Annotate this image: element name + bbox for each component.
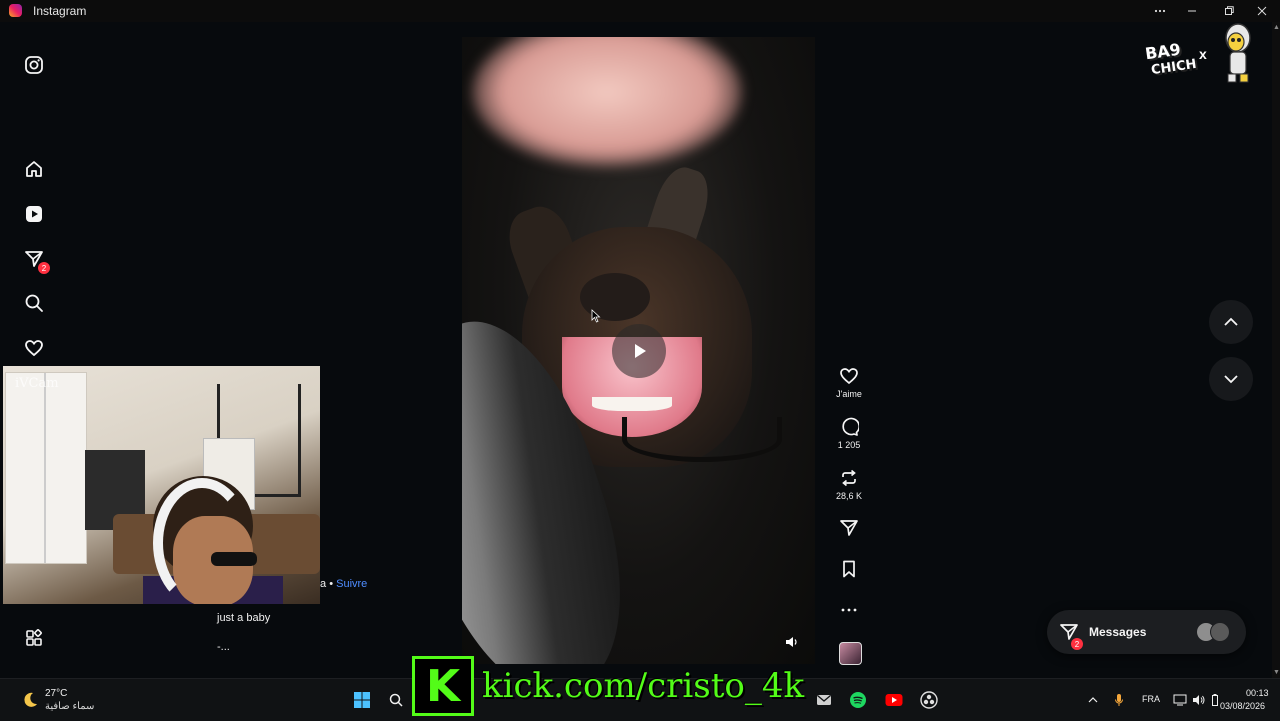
instagram-logo-icon[interactable] xyxy=(22,53,46,77)
webcam-label: iVCam xyxy=(15,376,59,391)
window-title: Instagram xyxy=(33,4,87,18)
save-action[interactable] xyxy=(826,557,872,581)
messages-button[interactable]: 2 Messages xyxy=(1047,610,1246,654)
comment-action[interactable]: 1 205 xyxy=(826,415,872,450)
scroll-up-icon[interactable]: ▲ xyxy=(1273,24,1280,31)
post-username[interactable]: a xyxy=(320,578,326,590)
heart-icon[interactable] xyxy=(826,364,872,388)
comment-icon[interactable] xyxy=(826,415,872,439)
chevron-down-icon xyxy=(1224,375,1238,384)
more-actions[interactable] xyxy=(826,598,872,622)
kick-logo-icon: K xyxy=(412,656,474,716)
send-icon[interactable] xyxy=(826,516,872,540)
play-icon xyxy=(635,344,646,358)
avatar xyxy=(1210,622,1230,642)
battery-icon[interactable] xyxy=(1210,679,1220,721)
more-horizontal-icon[interactable] xyxy=(826,598,872,622)
post-caption: just a baby xyxy=(217,612,271,624)
home-icon[interactable] xyxy=(22,157,46,181)
post-caption-more[interactable]: -... xyxy=(217,641,230,653)
direct-messages-icon[interactable]: 2 xyxy=(22,247,50,274)
scroll-down-icon[interactable]: ▼ xyxy=(1273,669,1280,676)
language-indicator[interactable]: FRA xyxy=(1142,694,1160,704)
reel-dog-collar xyxy=(622,417,782,462)
more-menu-icon[interactable] xyxy=(22,626,46,650)
like-action[interactable]: J'aime xyxy=(826,364,872,399)
more-options-icon[interactable] xyxy=(1142,0,1178,22)
volume-icon[interactable] xyxy=(1190,679,1208,721)
youtube-icon[interactable] xyxy=(882,679,906,721)
weather-description[interactable]: سماء صافية xyxy=(45,701,94,712)
reels-icon[interactable] xyxy=(22,202,46,226)
play-button[interactable] xyxy=(612,324,666,378)
messages-label: Messages xyxy=(1089,625,1147,639)
comment-count: 1 205 xyxy=(837,440,861,450)
direct-messages-icon: 2 xyxy=(1059,622,1083,650)
kick-banner: K kick.com/cristo_4k xyxy=(412,656,804,716)
kick-url: kick.com/cristo_4k xyxy=(482,666,805,706)
notifications-badge: 2 xyxy=(38,262,50,274)
bookmark-icon[interactable] xyxy=(826,557,872,581)
repost-action[interactable]: 28,6 K xyxy=(826,466,872,501)
heart-icon[interactable] xyxy=(22,336,46,360)
webcam-sunglasses xyxy=(211,552,257,566)
weather-moon-icon[interactable] xyxy=(18,679,42,721)
audio-thumbnail[interactable] xyxy=(839,642,862,665)
taskbar-date[interactable]: 03/08/2026 xyxy=(1220,701,1265,711)
network-icon[interactable] xyxy=(1171,679,1189,721)
window-titlebar: Instagram xyxy=(0,0,1280,22)
mail-app-icon[interactable] xyxy=(812,679,836,721)
page-scrollbar[interactable]: ▲ ▼ xyxy=(1272,22,1280,678)
next-reel-button[interactable] xyxy=(1209,357,1253,401)
volume-icon[interactable] xyxy=(782,633,800,651)
reel-hand xyxy=(472,37,742,167)
mouse-cursor-icon xyxy=(591,309,601,323)
webcam-overlay: iVCam xyxy=(3,366,320,604)
webcam-wardrobe xyxy=(5,372,87,564)
minimize-button[interactable] xyxy=(1174,0,1210,22)
mascot-icon xyxy=(1218,18,1258,84)
share-action[interactable] xyxy=(826,516,872,540)
taskbar-search-button[interactable] xyxy=(384,679,408,721)
webcam-headphones xyxy=(153,478,251,604)
weather-temperature[interactable]: 27°C xyxy=(45,688,67,699)
repost-icon[interactable] xyxy=(826,466,872,490)
previous-reel-button[interactable] xyxy=(1209,300,1253,344)
start-button[interactable] xyxy=(350,679,374,721)
follow-button[interactable]: Suivre xyxy=(336,578,367,590)
like-label: J'aime xyxy=(836,389,862,399)
taskbar-time[interactable]: 00:13 xyxy=(1246,688,1269,698)
messages-badge: 2 xyxy=(1071,638,1083,650)
chevron-up-icon[interactable] xyxy=(1084,679,1102,721)
stream-logo-x: x xyxy=(1199,46,1207,62)
reel-dog-teeth xyxy=(592,397,672,411)
chevron-up-icon xyxy=(1224,317,1238,326)
spotify-icon[interactable] xyxy=(846,679,870,721)
instagram-app-icon xyxy=(9,4,22,17)
microphone-icon[interactable] xyxy=(1110,679,1128,721)
post-separator: • xyxy=(329,578,334,590)
obs-icon[interactable] xyxy=(917,679,941,721)
search-icon[interactable] xyxy=(22,291,46,315)
search-icon xyxy=(389,693,403,707)
post-author-line: a • Suivre xyxy=(320,578,367,590)
repost-count: 28,6 K xyxy=(835,491,863,501)
windows-icon xyxy=(354,692,370,708)
